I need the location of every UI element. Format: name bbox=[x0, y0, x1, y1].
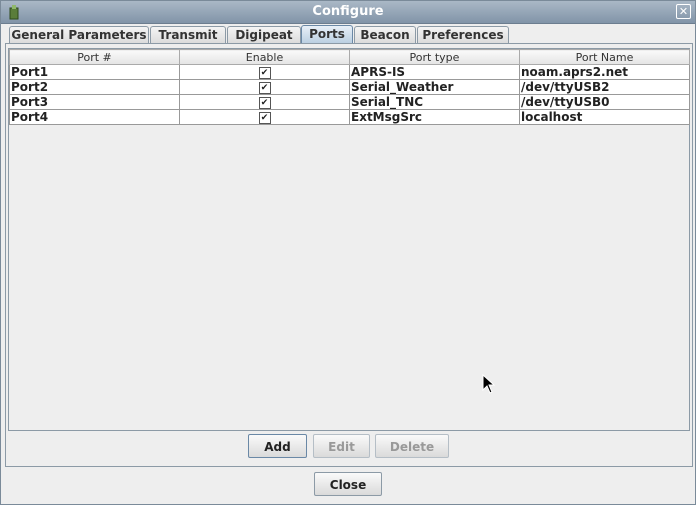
configure-window: Configure ✕ General Parameters Transmit … bbox=[0, 0, 696, 505]
tab-ports[interactable]: Ports bbox=[301, 25, 353, 44]
window-close-icon[interactable]: ✕ bbox=[676, 4, 691, 19]
cell-port-name[interactable]: noam.aprs2.net bbox=[519, 64, 690, 80]
table-row[interactable]: Port3 ✔ Serial_TNC /dev/ttyUSB0 bbox=[9, 94, 690, 110]
cell-port-type[interactable]: Serial_Weather bbox=[349, 79, 520, 95]
cell-port-name[interactable]: /dev/ttyUSB2 bbox=[519, 79, 690, 95]
tab-general-parameters[interactable]: General Parameters bbox=[9, 26, 149, 43]
cell-enable[interactable]: ✔ bbox=[179, 79, 350, 95]
cell-port-type[interactable]: APRS-IS bbox=[349, 64, 520, 80]
mouse-pointer-icon bbox=[482, 374, 496, 394]
cell-enable[interactable]: ✔ bbox=[179, 94, 350, 110]
cell-port-type[interactable]: Serial_TNC bbox=[349, 94, 520, 110]
tab-digipeat[interactable]: Digipeat bbox=[227, 26, 301, 43]
enable-checkbox[interactable]: ✔ bbox=[258, 96, 271, 109]
cell-enable[interactable]: ✔ bbox=[179, 64, 350, 80]
table-row[interactable]: Port2 ✔ Serial_Weather /dev/ttyUSB2 bbox=[9, 79, 690, 95]
cell-enable[interactable]: ✔ bbox=[179, 109, 350, 125]
ports-panel: Port # Enable Port type Port Name Port1 … bbox=[5, 43, 693, 467]
table-row[interactable]: Port1 ✔ APRS-IS noam.aprs2.net bbox=[9, 64, 690, 80]
column-header-port[interactable]: Port # bbox=[9, 49, 180, 65]
edit-button[interactable]: Edit bbox=[313, 434, 370, 458]
column-header-port-name[interactable]: Port Name bbox=[519, 49, 690, 65]
cell-port[interactable]: Port2 bbox=[9, 79, 180, 95]
cell-port[interactable]: Port3 bbox=[9, 94, 180, 110]
tab-transmit[interactable]: Transmit bbox=[150, 26, 226, 43]
table-header-row: Port # Enable Port type Port Name bbox=[9, 49, 690, 65]
delete-button[interactable]: Delete bbox=[375, 434, 449, 458]
close-button[interactable]: Close bbox=[314, 472, 382, 496]
tab-beacon[interactable]: Beacon bbox=[354, 26, 416, 43]
add-button[interactable]: Add bbox=[248, 434, 307, 458]
window-title: Configure bbox=[312, 4, 384, 19]
ports-table-scroll[interactable]: Port # Enable Port type Port Name Port1 … bbox=[8, 48, 690, 431]
column-header-port-type[interactable]: Port type bbox=[349, 49, 520, 65]
enable-checkbox[interactable]: ✔ bbox=[258, 66, 271, 79]
cell-port-type[interactable]: ExtMsgSrc bbox=[349, 109, 520, 125]
cell-port-name[interactable]: /dev/ttyUSB0 bbox=[519, 94, 690, 110]
ports-table: Port # Enable Port type Port Name Port1 … bbox=[9, 49, 690, 125]
cell-port[interactable]: Port4 bbox=[9, 109, 180, 125]
table-row[interactable]: Port4 ✔ ExtMsgSrc localhost bbox=[9, 109, 690, 125]
title-bar[interactable]: Configure ✕ bbox=[1, 1, 695, 24]
column-header-enable[interactable]: Enable bbox=[179, 49, 350, 65]
cell-port[interactable]: Port1 bbox=[9, 64, 180, 80]
enable-checkbox[interactable]: ✔ bbox=[258, 111, 271, 124]
cell-port-name[interactable]: localhost bbox=[519, 109, 690, 125]
tab-preferences[interactable]: Preferences bbox=[417, 26, 509, 43]
enable-checkbox[interactable]: ✔ bbox=[258, 81, 271, 94]
